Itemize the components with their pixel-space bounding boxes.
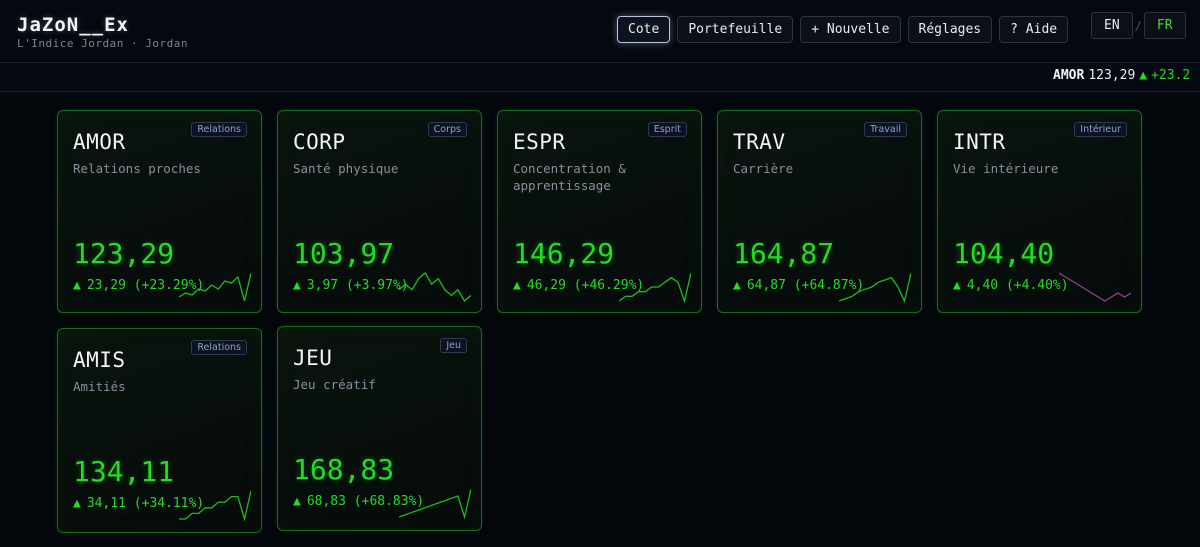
card-category-badge: Relations [191, 340, 247, 355]
ticker-value: 123,29 [1088, 68, 1136, 83]
card-symbol: AMIS [73, 348, 126, 372]
card-value: 168,83 [293, 453, 395, 486]
sparkline-line [179, 272, 251, 302]
lang-fr-button[interactable]: FR [1143, 12, 1186, 39]
sparkline-line [399, 488, 471, 519]
up-arrow-icon: ▲ [293, 278, 301, 293]
nav-portefeuille-button[interactable]: Portefeuille [677, 16, 794, 43]
sparkline-line [1059, 272, 1131, 302]
sparkline [1059, 272, 1131, 302]
card-symbol: AMOR [73, 130, 126, 154]
card-value: 123,29 [73, 237, 175, 270]
card-value: 134,11 [73, 455, 175, 488]
card-value: 104,40 [953, 237, 1055, 270]
up-arrow-icon: ▲ [733, 278, 741, 293]
card-description: Jeu créatif [293, 377, 376, 392]
sparkline [399, 488, 471, 519]
ticker-item: AMOR 123,29 ▲ +23.2 [1053, 68, 1190, 83]
nav-cote-button[interactable]: Cote [617, 16, 671, 43]
index-card-espr[interactable]: ESPR Esprit Concentration & apprentissage 1… [497, 110, 702, 313]
index-card-trav[interactable]: TRAV Travail Carrière 164,87 ▲ 64,87 (+64.87%… [717, 110, 922, 313]
up-arrow-icon: ▲ [1139, 68, 1148, 83]
ticker-bar: AMOR 123,29 ▲ +23.2 [0, 62, 1200, 92]
lang-separator: / [1134, 18, 1142, 33]
sparkline-line [839, 272, 911, 303]
ticker-change: +23.2 [1151, 68, 1191, 83]
nav-aide-button[interactable]: ? Aide [999, 16, 1069, 43]
card-description: Relations proches [73, 161, 201, 176]
index-card-intr[interactable]: INTR Intérieur Vie intérieure 104,40 ▲ 4,40 (… [937, 110, 1142, 313]
card-symbol: JEU [293, 346, 333, 370]
card-category-badge: Relations [191, 122, 247, 137]
card-symbol: CORP [293, 130, 346, 154]
card-symbol: TRAV [733, 130, 786, 154]
card-change-text: 4,40 (+4.40%) [966, 278, 1069, 293]
index-card-corp[interactable]: CORP Corps Santé physique 103,97 ▲ 3,97 (+3.9… [277, 110, 482, 313]
card-value: 103,97 [293, 237, 395, 270]
card-change-text: 3,97 (+3.97%) [306, 278, 409, 293]
card-symbol: ESPR [513, 130, 566, 154]
card-change: ▲ 4,40 (+4.40%) [953, 278, 1069, 293]
nav-reglages-button[interactable]: Réglages [907, 16, 993, 43]
card-category-badge: Intérieur [1074, 122, 1127, 137]
card-description: Santé physique [293, 161, 399, 176]
card-description: Carrière [733, 161, 794, 176]
card-value: 164,87 [733, 237, 835, 270]
language-switcher: EN / FR [1091, 12, 1186, 39]
card-change: ▲ 3,97 (+3.97%) [293, 278, 409, 293]
main-nav: Cote Portefeuille + Nouvelle Réglages ? … [617, 16, 1069, 43]
sparkline [839, 272, 911, 303]
brand: JaZoN__Ex L'Indice Jordan · Jordan [17, 14, 188, 50]
card-description: Vie intérieure [953, 161, 1059, 176]
up-arrow-icon: ▲ [293, 494, 301, 509]
top-bar: JaZoN__Ex L'Indice Jordan · Jordan Cote … [0, 0, 1200, 62]
app-title[interactable]: JaZoN__Ex [17, 14, 188, 36]
sparkline [179, 272, 251, 302]
card-category-badge: Travail [864, 122, 907, 137]
card-description: Amitiés [73, 379, 126, 394]
up-arrow-icon: ▲ [513, 278, 521, 293]
up-arrow-icon: ▲ [73, 278, 81, 293]
sparkline-line [179, 490, 251, 521]
lang-en-button[interactable]: EN [1091, 12, 1133, 39]
ticker-symbol: AMOR [1053, 68, 1085, 83]
index-card-jeu[interactable]: JEU Jeu Jeu créatif 168,83 ▲ 68,83 (+68.83%) [277, 326, 482, 531]
sparkline-line [399, 272, 471, 303]
card-symbol: INTR [953, 130, 1006, 154]
index-card-amis[interactable]: AMIS Relations Amitiés 134,11 ▲ 34,11 (+34.11… [57, 328, 262, 533]
card-category-badge: Corps [427, 122, 467, 137]
up-arrow-icon: ▲ [953, 278, 961, 293]
card-category-badge: Jeu [440, 338, 467, 353]
sparkline [179, 490, 251, 521]
nav-nouvelle-button[interactable]: + Nouvelle [800, 16, 901, 43]
sparkline [619, 272, 691, 303]
card-value: 146,29 [513, 237, 615, 270]
sparkline-line [619, 272, 691, 303]
index-card-amor[interactable]: AMOR Relations Relations proches 123,29 ▲ 23,… [57, 110, 262, 313]
sparkline [399, 272, 471, 303]
card-description: Concentration & apprentissage [513, 161, 626, 193]
up-arrow-icon: ▲ [73, 496, 81, 511]
card-category-badge: Esprit [647, 122, 687, 137]
app-subtitle: L'Indice Jordan · Jordan [17, 37, 188, 50]
